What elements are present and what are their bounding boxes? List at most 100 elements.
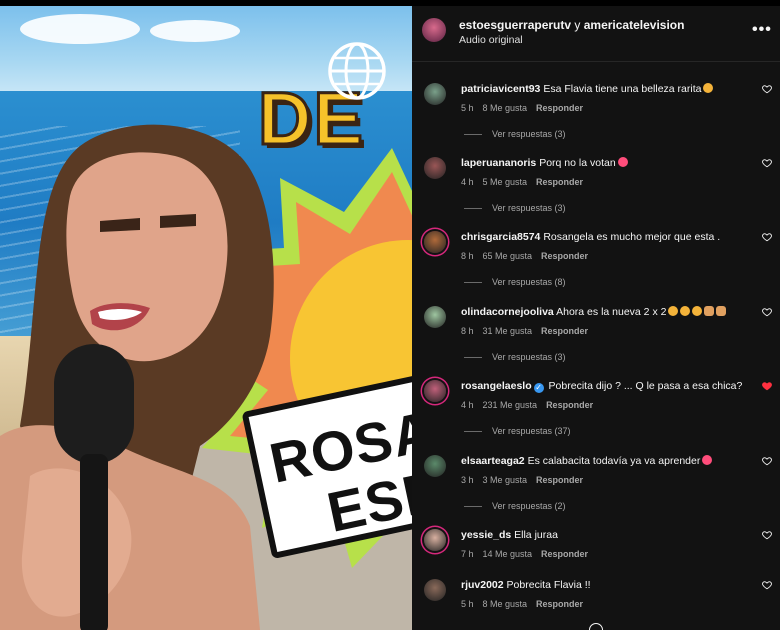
shrug-emoji-icon: [716, 306, 727, 316]
commenter-avatar[interactable]: [424, 579, 446, 601]
comment-username[interactable]: olindacornejooliva: [461, 306, 554, 318]
view-replies-label: Ver respuestas (3): [492, 203, 566, 213]
comment-body: laperuananoris Porq no la votan: [461, 156, 751, 170]
reply-button[interactable]: Responder: [536, 475, 583, 485]
commenter-avatar[interactable]: [424, 529, 446, 551]
comment-meta: 8 h 31 Me gusta Responder: [461, 326, 597, 336]
view-replies-button[interactable]: Ver respuestas (3): [464, 203, 566, 213]
like-heart-icon[interactable]: [762, 456, 772, 466]
comment-item: rjuv2002 Pobrecita Flavia !! 5 h 8 Me gust…: [412, 574, 780, 630]
view-replies-label: Ver respuestas (3): [492, 129, 566, 139]
reply-button[interactable]: Responder: [536, 599, 583, 609]
commenter-avatar[interactable]: [424, 306, 446, 328]
laugh-emoji-icon: [703, 83, 714, 93]
author-avatar[interactable]: [422, 18, 446, 42]
like-heart-icon[interactable]: [762, 307, 772, 317]
comment-text: Pobrecita dijo ? ... Q le pasa a esa chi…: [548, 380, 743, 392]
comment-username[interactable]: elsaarteaga2: [461, 455, 525, 467]
comment-likes[interactable]: 14 Me gusta: [483, 549, 533, 559]
comment-username[interactable]: chrisgarcia8574: [461, 231, 540, 243]
author-link[interactable]: estoesguerraperutv: [459, 18, 571, 32]
comment-body: rjuv2002 Pobrecita Flavia !!: [461, 578, 751, 592]
view-replies-button[interactable]: Ver respuestas (37): [464, 426, 571, 436]
comment-meta: 8 h 65 Me gusta Responder: [461, 251, 597, 261]
replies-divider: [464, 357, 482, 359]
comment-likes[interactable]: 65 Me gusta: [483, 251, 533, 261]
comment-username[interactable]: rjuv2002: [461, 579, 504, 591]
comment-text: Pobrecita Flavia !!: [506, 579, 591, 591]
reply-button[interactable]: Responder: [541, 251, 588, 261]
post-media[interactable]: DE ROSA ESP: [0, 6, 412, 630]
comment-username[interactable]: patriciavicent93: [461, 83, 540, 95]
comment-item: chrisgarcia8574 Rosangela es mucho mejor…: [412, 226, 780, 300]
like-heart-icon[interactable]: [762, 530, 772, 540]
comment-likes[interactable]: 31 Me gusta: [483, 326, 533, 336]
comment-time: 5 h: [461, 103, 474, 113]
comment-item: laperuananoris Porq no la votan 4 h 5 Me g…: [412, 152, 780, 226]
view-replies-button[interactable]: Ver respuestas (2): [464, 501, 566, 511]
love-emoji-icon: [702, 455, 713, 465]
add-comment-icon[interactable]: [589, 623, 603, 630]
comment-body: rosangelaeslo ✓ Pobrecita dijo ? ... Q le…: [461, 379, 751, 393]
comment-likes[interactable]: 231 Me gusta: [483, 400, 538, 410]
like-heart-icon[interactable]: [762, 84, 772, 94]
comment-likes[interactable]: 3 Me gusta: [483, 475, 528, 485]
comment-item: rosangelaeslo ✓ Pobrecita dijo ? ... Q le…: [412, 375, 780, 449]
comment-likes[interactable]: 5 Me gusta: [483, 177, 528, 187]
comment-meta: 3 h 3 Me gusta Responder: [461, 475, 592, 485]
liked-heart-icon[interactable]: [762, 381, 772, 391]
commenter-avatar[interactable]: [424, 83, 446, 105]
audio-label[interactable]: Audio original: [459, 34, 523, 46]
comment-meta: 4 h 231 Me gusta Responder: [461, 400, 602, 410]
commenter-avatar[interactable]: [424, 231, 446, 253]
comments-panel: estoesguerraperutv y americatelevision A…: [412, 6, 780, 630]
comment-item: patriciavicent93 Esa Flavia tiene una be…: [412, 78, 780, 152]
comment-time: 8 h: [461, 326, 474, 336]
view-replies-button[interactable]: Ver respuestas (3): [464, 129, 566, 139]
reply-button[interactable]: Responder: [536, 177, 583, 187]
comment-text: Esa Flavia tiene una belleza rarita: [543, 83, 702, 95]
view-replies-button[interactable]: Ver respuestas (8): [464, 277, 566, 287]
comment-time: 8 h: [461, 251, 474, 261]
love-emoji-icon: [617, 157, 628, 167]
comment-meta: 4 h 5 Me gusta Responder: [461, 177, 592, 187]
reply-button[interactable]: Responder: [541, 326, 588, 336]
reply-button[interactable]: Responder: [541, 549, 588, 559]
like-heart-icon[interactable]: [762, 232, 772, 242]
comment-meta: 5 h 8 Me gusta Responder: [461, 599, 592, 609]
post-header: estoesguerraperutv y americatelevision A…: [412, 6, 780, 62]
comment-body: olindacornejooliva Ahora es la nueva 2 x…: [461, 305, 751, 319]
replies-divider: [464, 506, 482, 508]
laugh-emoji-icon: [668, 306, 679, 316]
comment-item: olindacornejooliva Ahora es la nueva 2 x…: [412, 301, 780, 375]
view-replies-label: Ver respuestas (3): [492, 352, 566, 362]
view-replies-label: Ver respuestas (8): [492, 277, 566, 287]
comment-meta: 7 h 14 Me gusta Responder: [461, 549, 597, 559]
commenter-avatar[interactable]: [424, 380, 446, 402]
like-heart-icon[interactable]: [762, 158, 772, 168]
view-replies-label: Ver respuestas (2): [492, 501, 566, 511]
comment-username[interactable]: rosangelaeslo: [461, 380, 532, 392]
comment-likes[interactable]: 8 Me gusta: [483, 599, 528, 609]
view-replies-button[interactable]: Ver respuestas (3): [464, 352, 566, 362]
comment-item: elsaarteaga2 Es calabacita todavía ya va…: [412, 450, 780, 524]
reply-button[interactable]: Responder: [536, 103, 583, 113]
comment-time: 3 h: [461, 475, 474, 485]
comment-likes[interactable]: 8 Me gusta: [483, 103, 528, 113]
like-heart-icon[interactable]: [762, 580, 772, 590]
comment-time: 4 h: [461, 400, 474, 410]
comment-username[interactable]: yessie_ds: [461, 529, 511, 541]
more-options-icon[interactable]: •••: [752, 21, 772, 39]
collaborator-link[interactable]: americatelevision: [584, 18, 685, 32]
commenter-avatar[interactable]: [424, 455, 446, 477]
comment-body: elsaarteaga2 Es calabacita todavía ya va…: [461, 454, 751, 468]
laugh-emoji-icon: [680, 306, 691, 316]
comment-text: Ahora es la nueva 2 x 2: [556, 306, 667, 318]
comment-text: Es calabacita todavía ya va aprender: [527, 455, 701, 467]
comment-text: Porq no la votan: [539, 157, 616, 169]
comment-username[interactable]: laperuananoris: [461, 157, 536, 169]
commenter-avatar[interactable]: [424, 157, 446, 179]
reply-button[interactable]: Responder: [546, 400, 593, 410]
comment-meta: 5 h 8 Me gusta Responder: [461, 103, 592, 113]
comment-time: 5 h: [461, 599, 474, 609]
